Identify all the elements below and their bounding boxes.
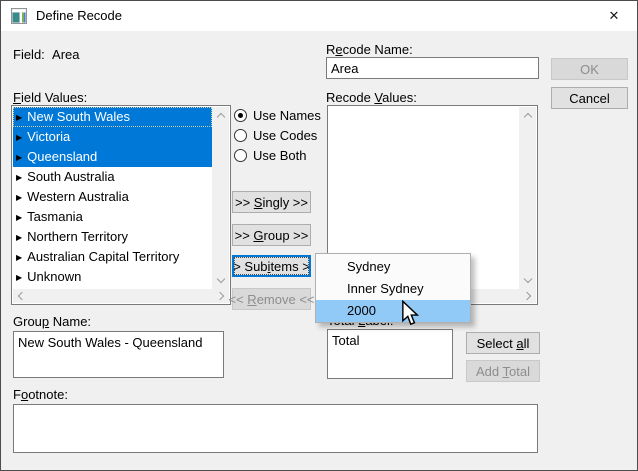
cancel-button[interactable]: Cancel [551, 87, 628, 109]
total-box[interactable]: Total [327, 329, 453, 379]
radio-label: Use Codes [253, 128, 317, 143]
window-title: Define Recode [36, 8, 122, 23]
define-recode-dialog: Define Recode ✕ Field: Area Recode Name:… [0, 0, 638, 471]
recode-name-input[interactable] [326, 57, 539, 79]
group-name-input[interactable]: New South Wales - Queensland [13, 331, 224, 378]
list-item[interactable]: ▶ Unknown [13, 267, 212, 287]
radio-use-both[interactable]: Use Both [234, 147, 306, 163]
scroll-up-icon[interactable] [519, 107, 536, 124]
list-item[interactable]: ▶ South Australia [13, 167, 212, 187]
list-marker-icon: ▶ [16, 173, 22, 182]
mouse-cursor [401, 300, 419, 326]
field-values-rows: ▶ New South Wales ▶ Victoria ▶ Queensland ▶ Sou… [13, 107, 212, 289]
field-value: Area [52, 47, 79, 62]
list-item[interactable]: ▶ Australian Capital Territory [13, 247, 212, 267]
list-item-label: Unknown [27, 269, 81, 284]
list-item-label: Victoria [27, 129, 70, 144]
singly-button[interactable]: >> Singly >> [232, 191, 311, 213]
recode-values-label: Recode Values: [326, 90, 417, 105]
group-name-label: Group Name: [13, 314, 91, 329]
list-marker-icon: ▶ [16, 253, 22, 262]
menu-item[interactable]: Inner Sydney [316, 278, 470, 300]
total-box-value: Total [328, 330, 452, 351]
subitems-popup-menu: Sydney Inner Sydney 2000 [315, 253, 471, 323]
scroll-right-icon[interactable] [214, 289, 229, 303]
list-item-label: Australian Capital Territory [27, 249, 179, 264]
remove-button[interactable]: << Remove << [232, 288, 311, 310]
list-marker-icon: ▶ [16, 133, 22, 142]
group-button[interactable]: >> Group >> [232, 224, 311, 246]
radio-icon [234, 149, 247, 162]
add-total-button[interactable]: Add Total [466, 360, 540, 382]
group-name-value: New South Wales - Queensland [14, 332, 223, 353]
scroll-down-icon[interactable] [212, 272, 229, 289]
list-item-label: Western Australia [27, 189, 129, 204]
footnote-value [14, 405, 537, 411]
radio-label: Use Names [253, 108, 321, 123]
list-item[interactable]: ▶ Victoria [13, 127, 212, 147]
radio-icon [234, 109, 247, 122]
list-item-label: South Australia [27, 169, 114, 184]
scroll-left-icon[interactable] [13, 289, 28, 303]
scroll-up-icon[interactable] [212, 107, 229, 124]
field-values-vscrollbar[interactable] [212, 107, 229, 289]
list-item-label: Queensland [27, 149, 97, 164]
scroll-right-icon[interactable] [521, 289, 536, 303]
field-values-listbox[interactable]: ▶ New South Wales ▶ Victoria ▶ Queensland ▶ Sou… [11, 105, 231, 305]
subitems-button[interactable]: > Subitems > [232, 255, 311, 277]
recode-values-vscrollbar[interactable] [519, 107, 536, 289]
menu-item[interactable]: 2000 [316, 300, 470, 322]
recode-name-label: Recode Name: [326, 42, 413, 57]
list-item[interactable]: ▶ Queensland [13, 147, 212, 167]
list-item[interactable]: ▶ Tasmania [13, 207, 212, 227]
app-icon [11, 8, 27, 24]
close-icon[interactable]: ✕ [591, 1, 637, 31]
menu-item-label: Inner Sydney [347, 281, 424, 296]
list-item-label: Northern Territory [27, 229, 128, 244]
title-bar[interactable]: Define Recode ✕ [1, 1, 637, 31]
list-marker-icon: ▶ [16, 273, 22, 282]
radio-label: Use Both [253, 148, 306, 163]
menu-item[interactable]: Sydney [316, 256, 470, 278]
list-item[interactable]: ▶ New South Wales [13, 107, 212, 127]
menu-item-label: 2000 [347, 303, 376, 318]
list-marker-icon: ▶ [16, 113, 22, 122]
field-values-label: Field Values: [13, 90, 87, 105]
menu-item-label: Sydney [347, 259, 390, 274]
footnote-label: Footnote: [13, 387, 68, 402]
select-all-button[interactable]: Select all [466, 332, 540, 354]
list-marker-icon: ▶ [16, 233, 22, 242]
scroll-down-icon[interactable] [519, 272, 536, 289]
radio-use-codes[interactable]: Use Codes [234, 127, 317, 143]
list-item-label: Tasmania [27, 209, 83, 224]
list-marker-icon: ▶ [16, 193, 22, 202]
radio-use-names[interactable]: Use Names [234, 107, 321, 123]
list-marker-icon: ▶ [16, 153, 22, 162]
list-item-label: New South Wales [27, 109, 130, 124]
ok-button[interactable]: OK [551, 58, 628, 80]
list-item[interactable]: ▶ Northern Territory [13, 227, 212, 247]
radio-icon [234, 129, 247, 142]
field-label: Field: Area [13, 47, 80, 62]
footnote-input[interactable] [13, 404, 538, 453]
list-marker-icon: ▶ [16, 213, 22, 222]
field-values-hscrollbar[interactable] [13, 289, 229, 303]
list-item[interactable]: ▶ Western Australia [13, 187, 212, 207]
